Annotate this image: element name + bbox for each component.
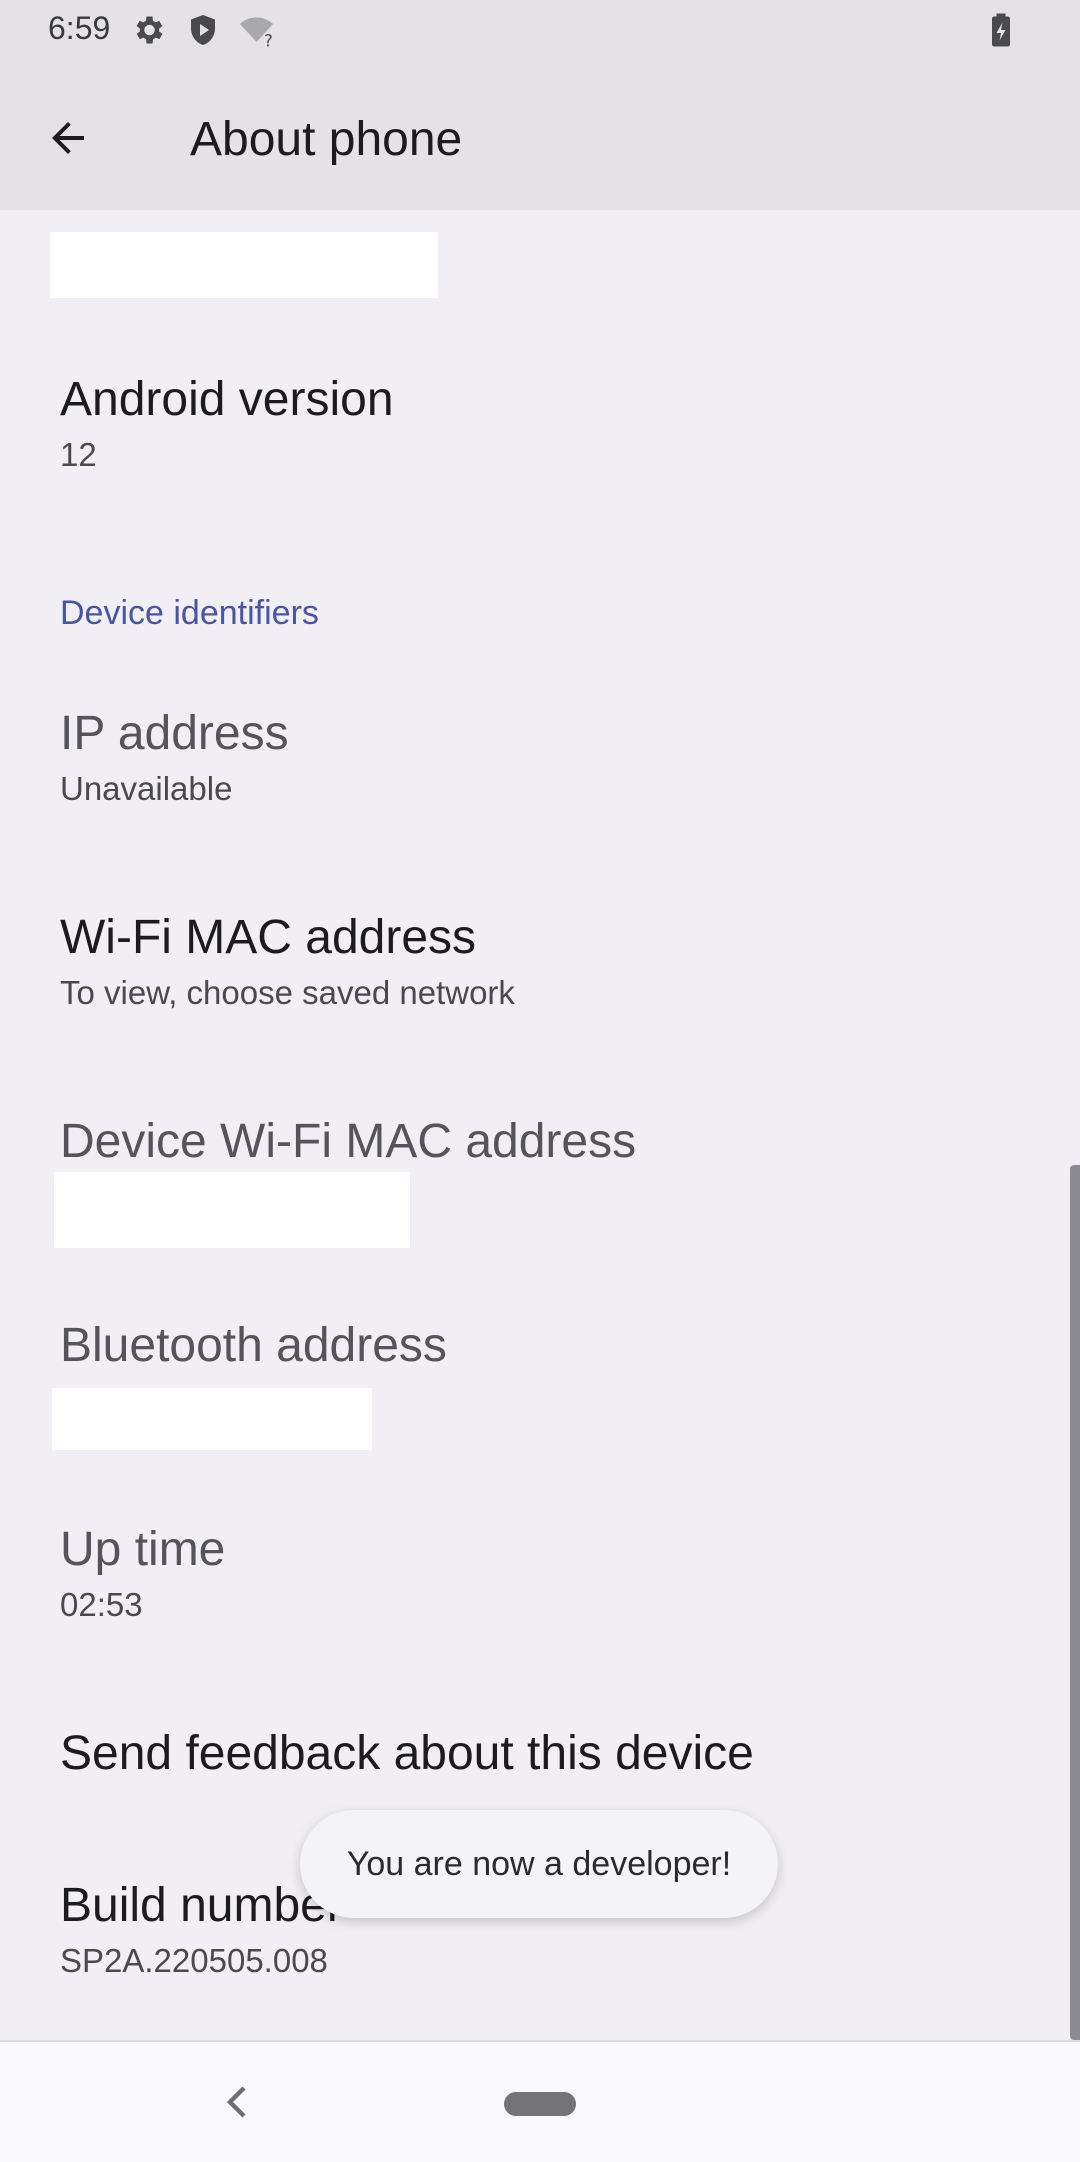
item-title: IMEI — [60, 210, 1040, 220]
item-title: Android version — [60, 373, 394, 426]
redacted-value — [54, 1172, 410, 1248]
list-item-device-wifi-mac[interactable]: Device Wi-Fi MAC address — [60, 1114, 1040, 1170]
home-pill-icon[interactable] — [504, 2092, 576, 2116]
gear-icon — [130, 12, 166, 53]
item-title: Up time — [60, 1523, 226, 1576]
list-item-up-time[interactable]: Up time 02:53 — [60, 1522, 1040, 1626]
arrow-back-icon — [44, 114, 92, 167]
list-item-wifi-mac[interactable]: Wi-Fi MAC address To view, choose saved … — [60, 910, 1040, 1014]
item-value: To view, choose saved network — [60, 974, 515, 1011]
wifi-unknown-icon: ? — [238, 12, 278, 53]
item-value: SP2A.220505.008 — [60, 1942, 328, 1979]
item-title: Device Wi-Fi MAC address — [60, 1115, 637, 1168]
redacted-value — [50, 232, 438, 298]
item-title: Bluetooth address — [60, 1319, 447, 1372]
settings-list[interactable]: IMEI Android version 12 Device identifie… — [0, 210, 1080, 2040]
section-header: Device identifiers — [60, 594, 319, 632]
list-item-send-feedback[interactable]: Send feedback about this device — [60, 1726, 1040, 1782]
battery-charging-icon — [988, 12, 1014, 53]
item-title: Wi-Fi MAC address — [60, 911, 477, 964]
app-bar: About phone — [0, 60, 1080, 210]
status-bar: 6:59 ? — [0, 0, 1080, 60]
list-item-ip-address[interactable]: IP address Unavailable — [60, 706, 1040, 810]
redacted-value — [52, 1388, 372, 1450]
list-item-bluetooth-address[interactable]: Bluetooth address — [60, 1318, 1040, 1374]
nav-back-icon[interactable] — [222, 2082, 252, 2127]
item-value: 02:53 — [60, 1586, 143, 1623]
scrollbar[interactable] — [1070, 1165, 1080, 2040]
navigation-bar — [0, 2040, 1080, 2162]
item-value: 12 — [60, 436, 97, 473]
list-item-imei[interactable]: IMEI — [60, 210, 1040, 220]
item-title: Send feedback about this device — [60, 1727, 754, 1780]
item-title: IP address — [60, 707, 289, 760]
list-item-android-version[interactable]: Android version 12 — [60, 372, 1040, 476]
toast-message: You are now a developer! — [300, 1810, 778, 1918]
shield-icon — [185, 12, 221, 53]
status-time: 6:59 — [48, 10, 111, 46]
back-button[interactable] — [28, 100, 108, 180]
item-value: Unavailable — [60, 770, 233, 807]
svg-text:?: ? — [264, 32, 273, 49]
page-title: About phone — [190, 113, 463, 166]
